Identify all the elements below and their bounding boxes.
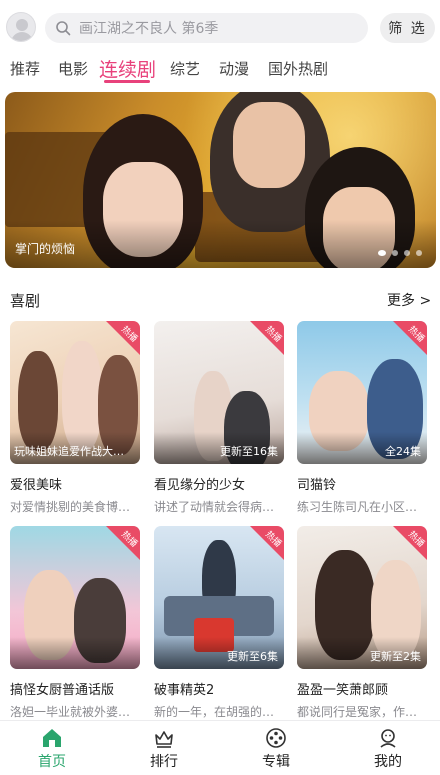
show-description: 讲述了动情就会得病… [154,500,275,514]
nav-label: 专辑 [262,754,290,770]
show-card[interactable]: 热播 搞怪女厨普通话版 洛妲一毕业就被外婆… [10,526,140,720]
show-poster: 更新至2集 热播 [297,526,427,669]
show-title: 搞怪女厨普通话版 [10,683,115,698]
tab-anime[interactable]: 动漫 [219,58,249,79]
tab-series[interactable]: 连续剧 [99,55,156,82]
search-placeholder: 画江湖之不良人 第6季 [79,21,219,37]
home-icon [43,729,61,747]
episode-note: 更新至2集 [370,650,421,663]
show-poster: 更新至16集 热播 [154,321,284,464]
pagination-dot [404,250,410,256]
episode-note: 全24集 [385,445,421,458]
show-card[interactable]: 全24集 热播 司猫铃 练习生陈司凡在小区… [297,321,427,515]
tab-variety[interactable]: 综艺 [170,58,200,79]
nav-label: 首页 [38,754,66,770]
more-link[interactable]: 更多 > [387,290,431,310]
show-title: 看见缘分的少女 [154,478,246,493]
banner-pagination [378,250,422,256]
profile-icon [380,729,396,748]
nav-label: 我的 [374,754,402,770]
nav-ranking[interactable]: 排行 [134,727,194,771]
nav-home[interactable]: 首页 [22,727,82,771]
ranking-icon [155,731,173,748]
show-poster: 热播 [10,526,140,669]
bottom-navigation: 首页 排行 专辑 我的 [0,720,440,775]
search-input[interactable]: 画江湖之不良人 第6季 [45,13,368,43]
show-description: 都说同行是冤家，作… [297,705,418,719]
banner-caption: 掌门的烦恼 [15,242,76,256]
show-title: 司猫铃 [297,478,337,493]
category-tabs: 推荐 电影 连续剧 综艺 动漫 国外热剧 [0,52,440,86]
show-title: 破事精英2 [154,683,215,698]
nav-profile[interactable]: 我的 [358,727,418,771]
show-title: 爱很美味 [10,478,63,493]
show-poster: 更新至6集 热播 [154,526,284,669]
show-poster: 玩味姐妹追爱作战大… 热播 [10,321,140,464]
pagination-dot [416,250,422,256]
show-card[interactable]: 玩味姐妹追爱作战大… 热播 爱很美味 对爱情挑剔的美食博… [10,321,140,515]
show-description: 洛妲一毕业就被外婆… [10,705,131,719]
show-card[interactable]: 更新至2集 热播 盈盈一笑萧郎顾 都说同行是冤家，作… [297,526,427,720]
episode-note: 更新至16集 [220,445,278,458]
nav-album[interactable]: 专辑 [246,727,306,771]
show-description: 对爱情挑剔的美食博… [10,500,131,514]
show-poster: 全24集 热播 [297,321,427,464]
show-card[interactable]: 更新至16集 热播 看见缘分的少女 讲述了动情就会得病… [154,321,284,515]
show-card[interactable]: 更新至6集 热播 破事精英2 新的一年，在胡强的… [154,526,284,720]
show-description: 练习生陈司凡在小区… [297,500,418,514]
featured-banner[interactable]: 掌门的烦恼 [5,92,436,268]
tab-foreign[interactable]: 国外热剧 [268,58,328,79]
show-title: 盈盈一笑萧郎顾 [297,683,389,698]
active-tab-indicator [104,80,150,83]
pagination-dot [378,250,386,256]
top-bar: 画江湖之不良人 第6季 筛 选 [0,0,440,52]
episode-note: 玩味姐妹追爱作战大… [14,445,124,458]
tab-recommend[interactable]: 推荐 [10,58,40,79]
episode-note: 更新至6集 [227,650,278,663]
avatar[interactable] [6,12,36,42]
show-description: 新的一年，在胡强的… [154,705,275,719]
pagination-dot [392,250,398,256]
section-title: 喜剧 [10,292,41,310]
album-icon [266,728,286,748]
filter-button[interactable]: 筛 选 [380,13,435,43]
search-icon [56,21,71,36]
tab-movies[interactable]: 电影 [58,58,88,79]
nav-label: 排行 [150,754,178,770]
